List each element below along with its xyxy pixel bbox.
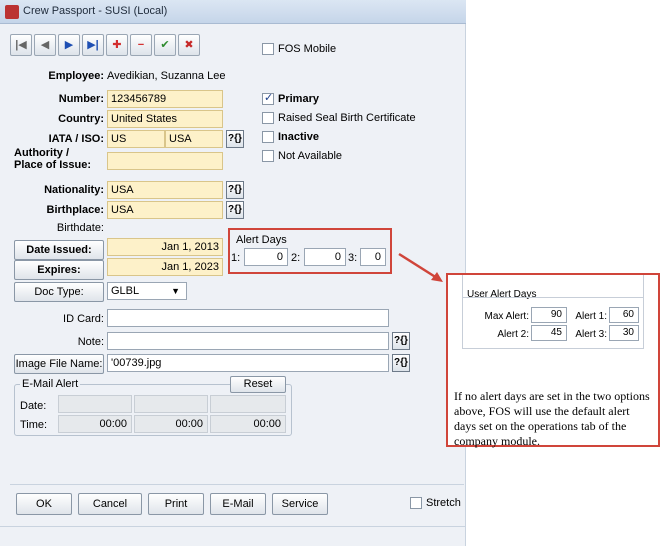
not-available-label: Not Available: [278, 150, 343, 162]
employee-label: Employee:: [48, 70, 104, 82]
email-button[interactable]: E-Mail: [210, 493, 266, 515]
email-date-3[interactable]: [210, 395, 286, 413]
email-time-2[interactable]: 00:00: [134, 415, 208, 433]
confirm-button[interactable]: ✔: [154, 34, 176, 56]
app-icon: [5, 5, 19, 19]
date-issued-button[interactable]: Date Issued:: [14, 240, 104, 260]
alert-1-field[interactable]: 60: [609, 307, 639, 323]
date-issued-field[interactable]: Jan 1, 2013: [107, 238, 223, 256]
cancel-button[interactable]: Cancel: [78, 493, 142, 515]
stretch-label: Stretch: [426, 497, 461, 509]
add-record-button[interactable]: ✚: [106, 34, 128, 56]
status-bar-separator: [0, 526, 466, 527]
iata-iso-label: IATA / ISO:: [48, 133, 104, 145]
number-field[interactable]: 123456789: [107, 90, 223, 108]
iata-field[interactable]: US: [107, 130, 165, 148]
inactive-checkbox[interactable]: [262, 131, 274, 143]
place-of-issue-field[interactable]: [107, 152, 223, 170]
authority-label-1: Authority /: [14, 147, 69, 159]
last-record-button[interactable]: ▶|: [82, 34, 104, 56]
bottom-separator: [10, 484, 464, 485]
raised-seal-checkbox[interactable]: [262, 112, 274, 124]
alert-days-1-label: 1:: [231, 252, 241, 264]
panel-divider: [463, 297, 643, 298]
title-bar: Crew Passport - SUSI (Local): [0, 0, 466, 24]
inactive-label: Inactive: [278, 131, 319, 143]
note-field[interactable]: [107, 332, 389, 350]
alert-days-title: Alert Days: [236, 234, 287, 246]
print-button[interactable]: Print: [148, 493, 204, 515]
employee-value: Avedikian, Suzanna Lee: [107, 70, 226, 82]
image-file-name-button[interactable]: Image File Name:: [14, 354, 104, 374]
window-title: Crew Passport - SUSI (Local): [23, 5, 168, 17]
max-alert-label: Max Alert:: [484, 311, 529, 322]
not-available-checkbox[interactable]: [262, 150, 274, 162]
iata-help-icon[interactable]: ?{}: [226, 130, 244, 148]
authority-label-2: Place of Issue:: [14, 159, 92, 171]
primary-label: Primary: [278, 93, 319, 105]
first-record-button[interactable]: |◀: [10, 34, 32, 56]
alert-1-label: Alert 1:: [575, 311, 607, 322]
prev-record-button[interactable]: ◀: [34, 34, 56, 56]
nationality-label: Nationality:: [44, 184, 104, 196]
alert-days-2-label: 2:: [291, 252, 301, 264]
user-alert-days-panel: User Alert Days Max Alert: 90 Alert 1: 6…: [462, 275, 644, 349]
id-card-field[interactable]: [107, 309, 389, 327]
doc-type-button[interactable]: Doc Type:: [14, 282, 104, 302]
iso-field[interactable]: USA: [165, 130, 223, 148]
fos-mobile-checkbox[interactable]: [262, 43, 274, 55]
nationality-help-icon[interactable]: ?{}: [226, 181, 244, 199]
max-alert-field[interactable]: 90: [531, 307, 567, 323]
remove-record-button[interactable]: −: [130, 34, 152, 56]
arrow-icon: [398, 252, 443, 282]
cancel-edit-button[interactable]: ✖: [178, 34, 200, 56]
nationality-field[interactable]: USA: [107, 181, 223, 199]
service-button[interactable]: Service: [272, 493, 328, 515]
expires-button[interactable]: Expires:: [14, 260, 104, 280]
alert-days-1-field[interactable]: 0: [244, 248, 288, 266]
email-date-label: Date:: [20, 400, 47, 412]
callout-box: User Alert Days Max Alert: 90 Alert 1: 6…: [446, 273, 660, 448]
user-alert-days-title: User Alert Days: [467, 289, 537, 300]
alert-days-3-field[interactable]: 0: [360, 248, 386, 266]
expires-field[interactable]: Jan 1, 2023: [107, 258, 223, 276]
id-card-label: ID Card:: [63, 313, 104, 325]
chevron-down-icon: ▼: [171, 286, 180, 296]
alert-3-field[interactable]: 30: [609, 325, 639, 341]
note-help-icon[interactable]: ?{}: [392, 332, 410, 350]
note-label: Note:: [77, 336, 104, 348]
number-label: Number:: [58, 93, 104, 105]
email-alert-title: E-Mail Alert: [20, 378, 81, 390]
doc-type-select[interactable]: GLBL ▼: [107, 282, 187, 300]
email-date-2[interactable]: [134, 395, 208, 413]
reset-button[interactable]: Reset: [230, 376, 286, 393]
birthdate-label: Birthdate:: [56, 222, 104, 234]
primary-checkbox[interactable]: [262, 91, 274, 105]
email-date-1[interactable]: [58, 395, 132, 413]
alert-2-field[interactable]: 45: [531, 325, 567, 341]
image-file-name-field[interactable]: '00739.jpg: [107, 354, 389, 372]
alert-days-3-label: 3:: [348, 252, 358, 264]
alert-2-label: Alert 2:: [497, 329, 529, 340]
callout-explanation: If no alert days are set in the two opti…: [454, 389, 650, 448]
birthplace-help-icon[interactable]: ?{}: [226, 201, 244, 219]
ok-button[interactable]: OK: [16, 493, 72, 515]
next-record-button[interactable]: ▶: [58, 34, 80, 56]
country-label: Country:: [58, 113, 104, 125]
email-time-label: Time:: [20, 419, 48, 431]
doc-type-value: GLBL: [111, 285, 140, 297]
email-time-1[interactable]: 00:00: [58, 415, 132, 433]
fos-mobile-label: FOS Mobile: [278, 43, 337, 55]
birthplace-label: Birthplace:: [46, 204, 104, 216]
birthplace-field[interactable]: USA: [107, 201, 223, 219]
email-time-3[interactable]: 00:00: [210, 415, 286, 433]
image-file-help-icon[interactable]: ?{}: [392, 354, 410, 372]
alert-days-2-field[interactable]: 0: [304, 248, 346, 266]
raised-seal-label: Raised Seal Birth Certificate: [278, 112, 416, 124]
stretch-checkbox[interactable]: [410, 497, 422, 509]
alert-3-label: Alert 3:: [575, 329, 607, 340]
country-field[interactable]: United States: [107, 110, 223, 128]
